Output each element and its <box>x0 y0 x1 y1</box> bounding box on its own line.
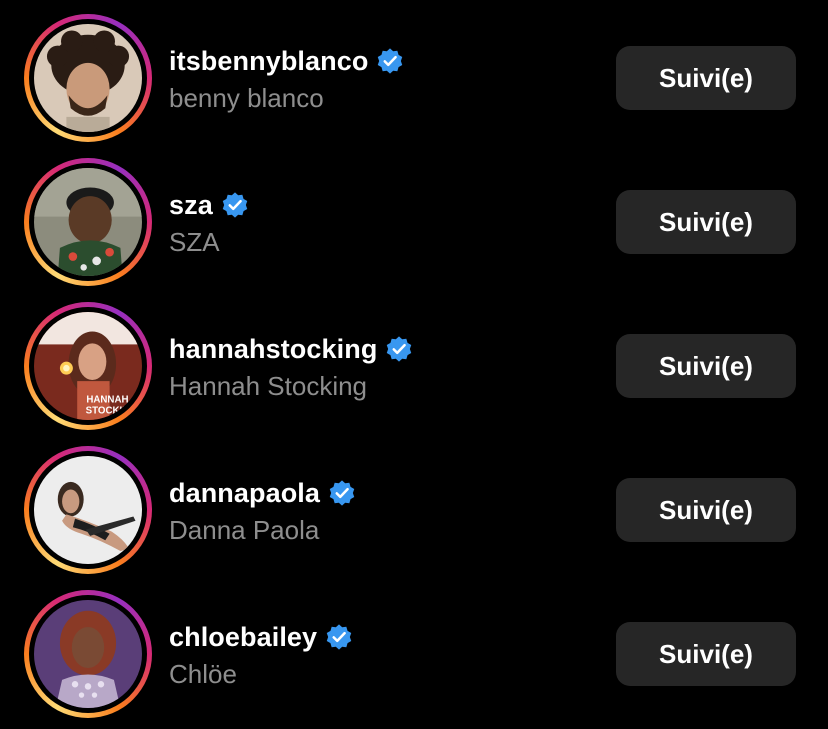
full-name: Hannah Stocking <box>169 371 368 401</box>
story-ring[interactable] <box>24 158 152 286</box>
verified-badge-icon <box>329 480 355 506</box>
avatar-image <box>34 600 142 708</box>
following-button[interactable]: Suivi(e) <box>616 478 796 542</box>
full-name: Danna Paola <box>169 515 320 545</box>
full-name: SZA <box>169 227 220 257</box>
svg-text:STOCKIN: STOCKIN <box>86 406 130 417</box>
avatar[interactable]: HANNAH STOCKIN <box>34 312 142 420</box>
list-item[interactable]: itsbennyblanco benny blanco Suivi(e) <box>0 6 828 150</box>
story-ring[interactable]: HANNAH STOCKIN <box>24 302 152 430</box>
avatar-image: HANNAH STOCKIN <box>34 312 142 420</box>
following-button[interactable]: Suivi(e) <box>616 46 796 110</box>
avatar-image <box>34 456 142 564</box>
avatar[interactable] <box>34 456 142 564</box>
username-line: hannahstocking <box>169 332 413 366</box>
following-button[interactable]: Suivi(e) <box>616 190 796 254</box>
username-line: sza <box>169 188 249 222</box>
avatar-image <box>34 168 142 276</box>
verified-badge-icon <box>378 48 403 74</box>
username[interactable]: dannapaola <box>169 478 320 509</box>
following-button[interactable]: Suivi(e) <box>616 622 796 686</box>
username-line: itsbennyblanco <box>169 44 404 78</box>
username[interactable]: sza <box>169 190 213 221</box>
full-name: benny blanco <box>169 83 324 113</box>
username[interactable]: itsbennyblanco <box>169 46 368 77</box>
story-ring[interactable] <box>24 590 152 718</box>
username[interactable]: chloebailey <box>169 622 317 653</box>
list-item[interactable]: dannapaola Danna Paola Suivi(e) <box>0 438 828 582</box>
username-line: chloebailey <box>169 620 353 654</box>
story-ring[interactable] <box>24 446 152 574</box>
full-name: Chlöe <box>169 659 237 689</box>
avatar[interactable] <box>34 24 142 132</box>
avatar[interactable] <box>34 600 142 708</box>
username-line: dannapaola <box>169 476 356 510</box>
list-item[interactable]: chloebailey Chlöe Suivi(e) <box>0 582 828 726</box>
verified-badge-icon <box>222 192 248 218</box>
following-button[interactable]: Suivi(e) <box>616 334 796 398</box>
verified-badge-icon <box>326 624 352 650</box>
verified-badge-icon <box>387 336 412 362</box>
username[interactable]: hannahstocking <box>169 334 377 365</box>
avatar[interactable] <box>34 168 142 276</box>
list-item[interactable]: sza SZA Suivi(e) <box>0 150 828 294</box>
list-item[interactable]: HANNAH STOCKIN hannahstocking Hannah Sto… <box>0 294 828 438</box>
avatar-text: HANNAH <box>86 395 128 406</box>
avatar-image <box>34 24 142 132</box>
story-ring[interactable] <box>24 14 152 142</box>
